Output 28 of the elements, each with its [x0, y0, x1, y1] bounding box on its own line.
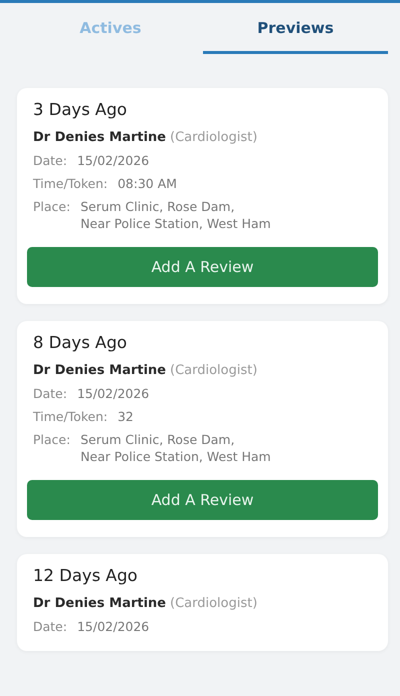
field-value: Serum Clinic, Rose Dam, — [80, 432, 236, 447]
field-value: Near Police Station, West Ham — [80, 216, 271, 231]
doctor-name: Dr Denies Martine — [33, 363, 166, 378]
field-value: 08:30 AM — [118, 176, 177, 191]
field-label: Place: — [33, 432, 70, 449]
add-review-button[interactable]: Add A Review — [27, 480, 378, 520]
card-title: 8 Days Ago — [33, 333, 128, 352]
field-value: Near Police Station, West Ham — [80, 449, 271, 464]
field-label: Time/Token: — [33, 409, 108, 424]
field-value: 32 — [118, 409, 134, 424]
field-label: Date: — [33, 153, 68, 168]
doctor-specialty: (Cardiologist) — [170, 596, 258, 611]
field-label: Date: — [33, 386, 68, 401]
card-title: 12 Days Ago — [33, 566, 139, 585]
doctor-specialty: (Cardiologist) — [170, 130, 258, 145]
field-value: Serum Clinic, Rose Dam, — [80, 199, 236, 214]
card-title: 3 Days Ago — [33, 100, 128, 119]
add-review-button[interactable]: Add A Review — [27, 247, 378, 287]
doctor-name: Dr Denies Martine — [33, 596, 166, 611]
field-label: Place: — [33, 199, 70, 216]
field-value: 15/02/2026 — [77, 153, 150, 168]
field-label: Time/Token: — [33, 176, 108, 191]
field-value: 15/02/2026 — [77, 619, 150, 634]
field-label: Date: — [33, 619, 68, 634]
doctor-name: Dr Denies Martine — [33, 130, 166, 145]
tab[interactable]: Previews — [203, 3, 388, 54]
field-value: 15/02/2026 — [77, 386, 150, 401]
doctor-specialty: (Cardiologist) — [170, 363, 258, 378]
